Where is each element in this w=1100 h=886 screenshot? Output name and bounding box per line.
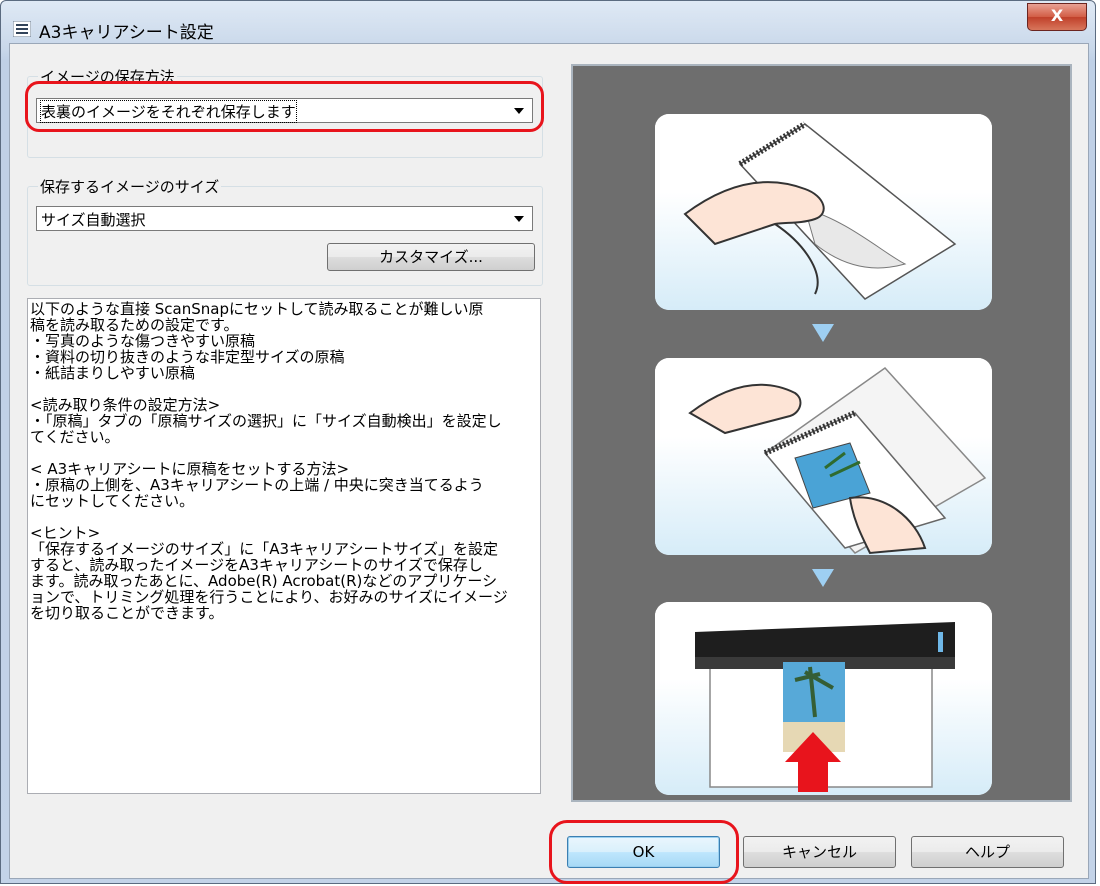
illustration-panel [571, 64, 1072, 802]
step-arrow-down-icon [812, 569, 834, 587]
step1-illustration [655, 114, 992, 310]
dialog-client-area: イメージの保存方法 表裏のイメージをそれぞれ保存します 保存するイメージのサイズ… [9, 43, 1089, 884]
insert-document-image [688, 367, 987, 555]
window-title: A3キャリアシート設定 [39, 23, 214, 43]
description-text: 以下のような直接 ScanSnapにセットして読み取ることが難しい原 稿を読み取… [27, 298, 541, 794]
image-size-value: サイズ自動選択 [41, 211, 146, 229]
ok-highlight [549, 820, 739, 884]
close-button[interactable]: X [1027, 3, 1087, 31]
step3-illustration [655, 602, 992, 795]
customize-button[interactable]: カスタマイズ... [327, 243, 535, 271]
app-menu-icon[interactable] [13, 21, 31, 37]
cancel-button[interactable]: キャンセル [743, 836, 896, 868]
carrier-sheet-open-image [683, 121, 957, 300]
help-button[interactable]: ヘルプ [911, 836, 1064, 868]
dialog-window: A3キャリアシート設定 X イメージの保存方法 表裏のイメージをそれぞれ保存しま… [0, 0, 1096, 884]
scanner-feed-image [695, 622, 955, 792]
image-size-select[interactable]: サイズ自動選択 [36, 206, 533, 231]
step2-illustration [655, 358, 992, 555]
image-size-legend: 保存するイメージのサイズ [38, 176, 222, 197]
chevron-down-icon[interactable] [508, 209, 530, 228]
save-method-highlight [25, 81, 544, 132]
step-arrow-down-icon [812, 324, 834, 342]
image-size-group: 保存するイメージのサイズ サイズ自動選択 カスタマイズ... [27, 176, 543, 286]
